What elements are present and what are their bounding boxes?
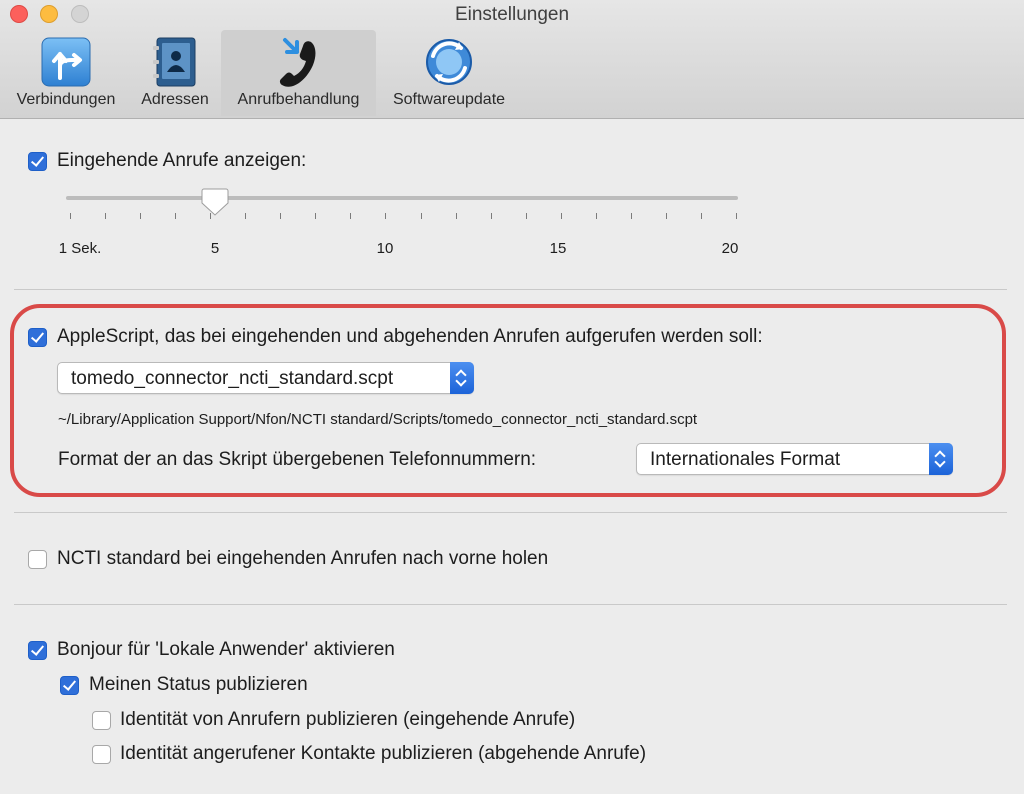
format-select[interactable]: Internationales Format — [636, 443, 953, 475]
slider-tick — [280, 213, 282, 219]
bonjour-checkbox[interactable] — [28, 641, 47, 660]
slider-tick — [665, 213, 667, 219]
chevron-updown-icon — [929, 443, 953, 475]
toolbar-item-label: Verbindungen — [16, 91, 116, 108]
slider-tick — [700, 213, 702, 219]
publish-callee-identity-label: Identität angerufener Kontakte publizier… — [120, 743, 647, 764]
slider-tick — [105, 213, 107, 219]
publish-status-checkbox[interactable] — [60, 676, 79, 695]
format-select-value: Internationales Format — [650, 449, 841, 470]
format-label: Format der an das Skript übergebenen Tel… — [58, 449, 537, 470]
publish-callee-identity-checkbox[interactable] — [92, 745, 111, 764]
window-title: Einstellungen — [454, 4, 570, 25]
software-update-icon — [426, 39, 472, 85]
separator — [14, 289, 1007, 290]
tick-label: 15 — [549, 240, 567, 257]
script-select[interactable]: tomedo_connector_ncti_standard.scpt — [57, 362, 474, 394]
publish-caller-identity-label: Identität von Anrufern publizieren (eing… — [120, 709, 576, 730]
tick-label: 20 — [721, 240, 739, 257]
bonjour-label: Bonjour für 'Lokale Anwender' aktivieren — [57, 639, 395, 660]
slider-tick — [736, 213, 737, 219]
bring-to-front-label: NCTI standard bei eingehenden Anrufen na… — [57, 548, 549, 569]
publish-caller-identity-checkbox[interactable] — [92, 711, 111, 730]
slider-tick — [420, 213, 422, 219]
script-path: ~/Library/Application Support/Nfon/NCTI … — [58, 411, 698, 428]
chevron-updown-icon — [450, 362, 474, 394]
toolbar-item-label: Anrufbehandlung — [237, 91, 360, 108]
phone-icon — [279, 38, 315, 87]
slider-tick — [70, 213, 71, 219]
slider-tick — [315, 213, 317, 219]
settings-content: Eingehende Anrufe anzeigen: 1 Sek. 5 10 … — [0, 119, 1024, 794]
publish-status-label: Meinen Status publizieren — [89, 674, 308, 695]
bring-to-front-checkbox[interactable] — [28, 550, 47, 569]
address-book-icon — [153, 37, 196, 87]
slider-track[interactable] — [66, 196, 738, 200]
toolbar-item-label: Softwareupdate — [392, 91, 506, 108]
slider-tick — [350, 213, 352, 219]
slider-tick — [140, 213, 142, 219]
toolbar-item-softwareupdate[interactable]: Softwareupdate — [380, 30, 518, 116]
incoming-calls-checkbox[interactable] — [28, 152, 47, 171]
toolbar-item-label: Adressen — [141, 91, 209, 108]
slider-tick — [455, 213, 457, 219]
separator — [14, 604, 1007, 605]
tick-label: 1 Sek. — [58, 240, 102, 257]
slider-tick — [245, 213, 247, 219]
toolbar-item-anrufbehandlung[interactable]: Anrufbehandlung — [221, 30, 376, 116]
window-toolbar: Einstellungen Verbindungen Adressen Anru… — [0, 0, 1024, 119]
incoming-calls-label: Eingehende Anrufe anzeigen: — [57, 150, 307, 171]
slider-tick — [630, 213, 632, 219]
tick-label: 5 — [210, 240, 220, 257]
connections-icon — [41, 37, 91, 87]
tick-label: 10 — [376, 240, 394, 257]
slider-tick — [175, 213, 177, 219]
slider-tick — [525, 213, 527, 219]
applescript-checkbox[interactable] — [28, 328, 47, 347]
script-select-value: tomedo_connector_ncti_standard.scpt — [71, 368, 394, 389]
toolbar-item-adressen[interactable]: Adressen — [132, 30, 218, 116]
toolbar-item-verbindungen[interactable]: Verbindungen — [4, 30, 128, 116]
slider-tick — [385, 213, 387, 219]
applescript-label: AppleScript, das bei eingehenden und abg… — [57, 326, 763, 347]
slider-thumb[interactable] — [201, 187, 229, 217]
slider-tick — [595, 213, 597, 219]
slider-tick — [490, 213, 492, 219]
slider-tick — [560, 213, 562, 219]
separator — [14, 512, 1007, 513]
